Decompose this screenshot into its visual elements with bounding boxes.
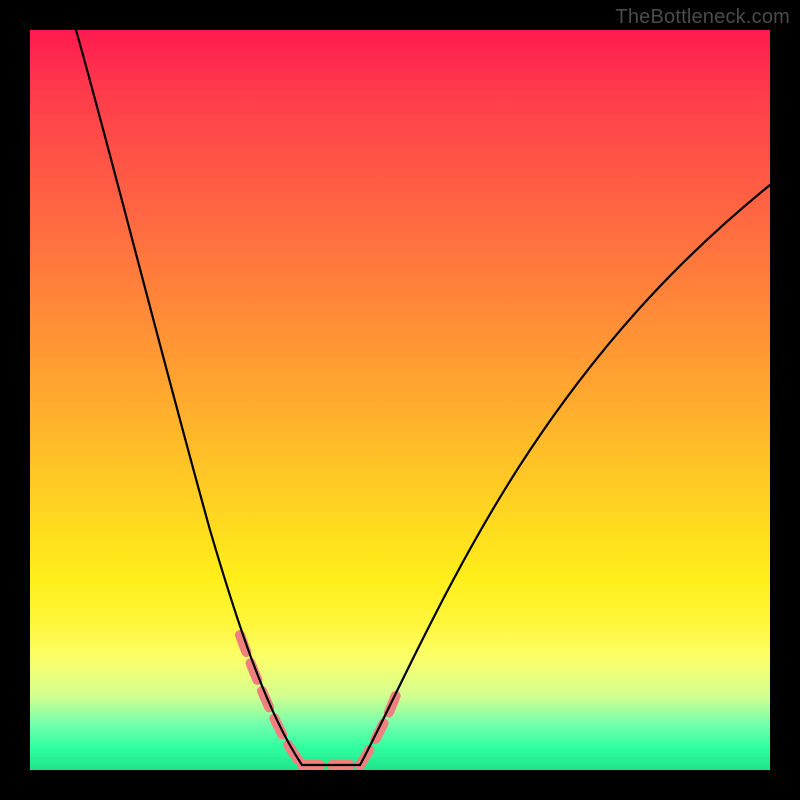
curve-right-arm [360,185,770,765]
curve-left-arm [76,30,302,765]
chart-overlay [30,30,770,770]
watermark-text: TheBottleneck.com [615,6,790,29]
chart-stage: TheBottleneck.com [0,0,800,800]
